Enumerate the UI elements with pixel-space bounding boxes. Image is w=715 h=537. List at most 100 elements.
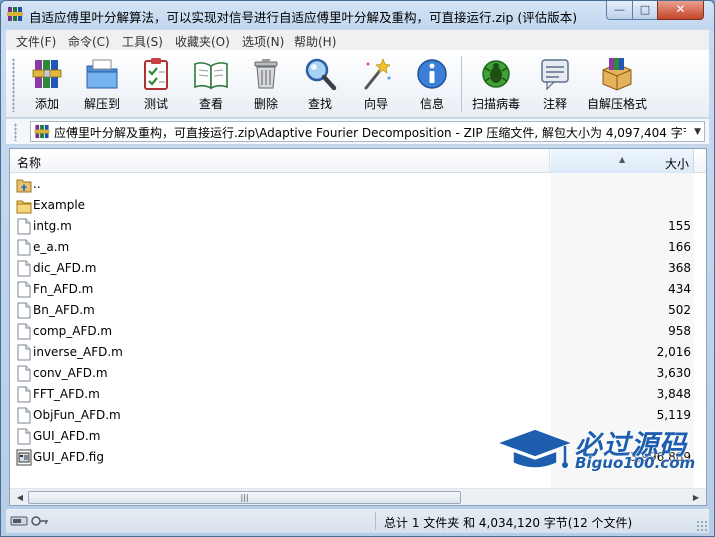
menu-options[interactable]: 选项(N) (242, 33, 284, 50)
menu-tools[interactable]: 工具(S) (122, 33, 163, 50)
menu-commands[interactable]: 命令(C) (68, 33, 110, 50)
file-name: FFT_AFD.m (33, 387, 100, 401)
test-button[interactable]: 测试 (132, 54, 180, 114)
menu-file[interactable]: 文件(F) (16, 33, 56, 50)
find-label: 查找 (307, 97, 332, 111)
file-name: conv_AFD.m (33, 366, 108, 380)
file-size: 5,119 (656, 408, 691, 422)
menu-favorites[interactable]: 收藏夹(O) (175, 33, 230, 50)
virus-scan-button[interactable]: 扫描病毒 (468, 54, 524, 114)
file-name: comp_AFD.m (33, 324, 113, 338)
file-row[interactable]: Fn_AFD.m 434 (10, 279, 706, 300)
maximize-button[interactable]: □ (632, 1, 658, 20)
file-row[interactable]: Example (10, 195, 706, 216)
file-row[interactable]: inverse_AFD.m 2,016 (10, 342, 706, 363)
window-title: 自适应傅里叶分解算法，可以实现对信号进行自适应傅里叶分解及重构，可直接运行.zi… (29, 10, 578, 25)
file-name: ObjFun_AFD.m (33, 408, 121, 422)
view-button[interactable]: 查看 (186, 54, 236, 114)
add-archive-icon (32, 60, 62, 88)
wizard-button[interactable]: 向导 (352, 54, 400, 114)
file-row[interactable]: conv_AFD.m 3,630 (10, 363, 706, 384)
close-button[interactable]: ✕ (657, 1, 704, 20)
add-button[interactable]: 添加 (22, 54, 72, 114)
comment-button[interactable]: 注释 (532, 54, 578, 114)
column-name-label: 名称 (17, 156, 42, 170)
address-bar: 应傅里叶分解及重构，可直接运行.zip\Adaptive Fourier Dec… (6, 119, 709, 145)
file-row[interactable]: intg.m 155 (10, 216, 706, 237)
file-name: Bn_AFD.m (33, 303, 95, 317)
toolbar-grip[interactable] (12, 58, 15, 112)
extract-to-icon (86, 59, 118, 89)
view-label: 查看 (198, 97, 223, 111)
fig-file-icon (16, 449, 32, 466)
drive-key-icon (10, 516, 48, 526)
file-size: 434 (668, 282, 691, 296)
status-separator (375, 512, 376, 530)
magic-wand-icon (364, 58, 391, 90)
file-icon (16, 260, 32, 277)
status-summary: 总计 1 文件夹 和 4,034,120 字节(12 个文件) (384, 516, 633, 530)
file-name: Fn_AFD.m (33, 282, 94, 296)
file-row[interactable]: Bn_AFD.m 502 (10, 300, 706, 321)
file-icon (16, 344, 32, 361)
file-icon (16, 281, 32, 298)
add-label: 添加 (34, 97, 59, 111)
scroll-right-icon[interactable]: ▶ (689, 491, 703, 504)
title-bar[interactable]: 自适应傅里叶分解算法，可以实现对信号进行自适应傅里叶分解及重构，可直接运行.zi… (1, 1, 714, 29)
sfx-button[interactable]: 自解压格式 (584, 54, 650, 114)
file-icon (16, 365, 32, 382)
toolbar-separator (461, 56, 462, 112)
file-row[interactable]: .. (10, 174, 706, 195)
watermark-site: Biguo100.com (575, 454, 696, 472)
file-size: 166 (668, 240, 691, 254)
file-icon (16, 239, 32, 256)
file-row[interactable]: FFT_AFD.m 3,848 (10, 384, 706, 405)
file-row[interactable]: e_a.m 166 (10, 237, 706, 258)
horizontal-scrollbar[interactable]: ◀ ||| ▶ (10, 488, 706, 505)
test-icon (144, 58, 168, 90)
address-dropdown-icon[interactable]: ▼ (694, 127, 701, 137)
trash-icon (254, 59, 278, 89)
minimize-button[interactable]: — (606, 1, 633, 20)
file-icon (16, 428, 32, 445)
menu-help[interactable]: 帮助(H) (294, 33, 336, 50)
file-icon (16, 302, 32, 319)
column-header-size[interactable]: ▲ 大小 (551, 149, 694, 173)
file-icon (16, 323, 32, 340)
view-icon (194, 62, 228, 90)
delete-button[interactable]: 删除 (242, 54, 290, 114)
file-size: 502 (668, 303, 691, 317)
status-bar: 总计 1 文件夹 和 4,034,120 字节(12 个文件) (6, 509, 709, 533)
file-name: dic_AFD.m (33, 261, 97, 275)
winrar-app-icon (7, 7, 23, 21)
list-header: 名称 ▲ 大小 (10, 149, 706, 173)
watermark: 必过源码 Biguo100.com (495, 421, 700, 477)
address-field[interactable]: 应傅里叶分解及重构，可直接运行.zip\Adaptive Fourier Dec… (30, 121, 705, 142)
file-name: Example (33, 198, 86, 212)
resize-grip[interactable] (696, 520, 707, 531)
scroll-thumb[interactable]: ||| (28, 491, 461, 504)
file-name: inverse_AFD.m (33, 345, 123, 359)
column-size-label: 大小 (664, 157, 689, 171)
folder-icon (16, 197, 32, 214)
wizard-label: 向导 (363, 97, 388, 111)
info-button[interactable]: 信息 (408, 54, 456, 114)
file-row[interactable]: dic_AFD.m 368 (10, 258, 706, 279)
info-icon (417, 59, 447, 89)
file-icon (16, 218, 32, 235)
file-row[interactable]: comp_AFD.m 958 (10, 321, 706, 342)
file-icon (16, 407, 32, 424)
test-label: 测试 (143, 97, 168, 111)
scroll-left-icon[interactable]: ◀ (13, 491, 27, 504)
extract-to-button[interactable]: 解压到 (76, 54, 128, 114)
file-size: 3,848 (656, 387, 691, 401)
file-name: e_a.m (33, 240, 70, 254)
toolbar: 添加 解压到 测试 查看 删除 查找 向导 信息 扫描病毒 注释 自解压格式 (6, 50, 709, 118)
menu-bar: 文件(F) 命令(C) 工具(S) 收藏夹(O) 选项(N) 帮助(H) (6, 30, 709, 50)
column-header-name[interactable]: 名称 (10, 149, 550, 173)
sfx-label: 自解压格式 (586, 97, 647, 111)
address-grip[interactable] (14, 123, 17, 141)
file-size: 368 (668, 261, 691, 275)
find-button[interactable]: 查找 (296, 54, 344, 114)
comment-icon (541, 59, 569, 91)
